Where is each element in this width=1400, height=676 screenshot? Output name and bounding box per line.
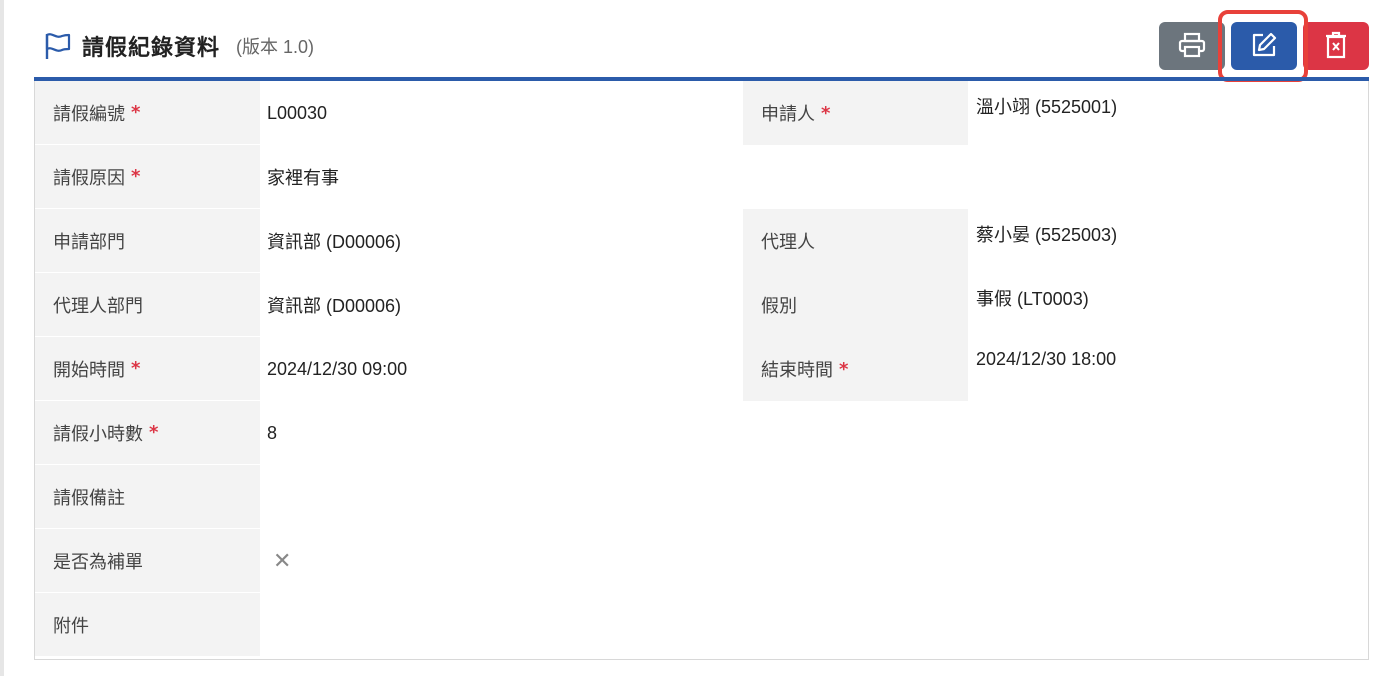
printer-icon: [1178, 32, 1206, 61]
field-label-attachment: 附件: [35, 593, 260, 657]
label-text: 請假小時數: [53, 423, 143, 445]
print-button[interactable]: [1159, 22, 1225, 70]
label-text: 假別: [761, 296, 797, 317]
form-row: 請假編號 * L00030 申請人 * 溫小翊 (5525001): [35, 81, 1368, 145]
field-value-applicant: 溫小翊 (5525001): [976, 97, 1118, 117]
field-value-is-supplement: ✕: [267, 529, 291, 593]
form-row: 請假小時數 * 8: [35, 401, 1368, 465]
required-mark: *: [149, 422, 159, 443]
field-label-start-time: 開始時間 *: [35, 337, 260, 401]
cross-icon: ✕: [273, 548, 292, 574]
label-text: 請假原因: [53, 167, 125, 189]
label-text: 開始時間: [53, 359, 125, 381]
form-row: 申請部門 資訊部 (D00006) 代理人 蔡小晏 (5525003): [35, 209, 1368, 273]
required-mark: *: [131, 358, 141, 379]
field-label-dept: 申請部門: [35, 209, 260, 273]
field-label-leave-type: 假別: [743, 273, 968, 337]
field-value-leave-type: 事假 (LT0003): [976, 289, 1089, 309]
trash-icon: [1323, 31, 1349, 62]
required-mark: *: [131, 166, 141, 187]
field-label-reason: 請假原因 *: [35, 145, 260, 209]
form-row: 附件: [35, 593, 1368, 657]
field-value-leave-no: L00030: [267, 102, 328, 123]
page-header: 請假紀錄資料 (版本 1.0): [34, 0, 1369, 80]
left-edge: [0, 0, 4, 676]
form-row: 請假原因 * 家裡有事: [35, 145, 1368, 209]
field-value-hours: 8: [267, 422, 278, 443]
field-label-hours: 請假小時數 *: [35, 401, 260, 465]
title-wrap: 請假紀錄資料 (版本 1.0): [42, 30, 314, 62]
required-mark: *: [821, 102, 831, 124]
label-text: 申請部門: [53, 231, 125, 253]
version-label: (版本 1.0): [236, 37, 315, 57]
label-text: 是否為補單: [53, 551, 143, 573]
field-label-note: 請假備註: [35, 465, 260, 529]
label-text: 代理人部門: [53, 295, 143, 317]
required-mark: *: [839, 358, 849, 380]
form-row: 代理人部門 資訊部 (D00006) 假別 事假 (LT0003): [35, 273, 1368, 337]
toolbar: [1153, 22, 1369, 70]
label-text: 申請人: [761, 104, 815, 125]
required-mark: *: [131, 102, 141, 123]
field-label-agent-dept: 代理人部門: [35, 273, 260, 337]
field-label-applicant: 申請人 *: [743, 81, 968, 145]
form-row: 請假備註: [35, 465, 1368, 529]
flag-icon: [42, 31, 72, 61]
label-text: 代理人: [761, 232, 815, 253]
label-text: 請假編號: [53, 103, 125, 125]
field-value-start-time: 2024/12/30 09:00: [267, 358, 408, 379]
form-row: 開始時間 * 2024/12/30 09:00 結束時間 * 2024/12/30 …: [35, 337, 1368, 401]
field-value-agent: 蔡小晏 (5525003): [976, 225, 1118, 245]
label-text: 附件: [53, 615, 89, 637]
field-label-agent: 代理人: [743, 209, 968, 273]
form-row: 是否為補單 ✕: [35, 529, 1368, 593]
leave-record-form: 請假編號 * L00030 申請人 * 溫小翊 (5525001) 請假原因 * 家裡…: [34, 81, 1369, 660]
field-value-end-time: 2024/12/30 18:00: [976, 349, 1117, 369]
field-value-reason: 家裡有事: [267, 168, 339, 189]
page-title: 請假紀錄資料: [82, 36, 221, 61]
edit-icon: [1250, 31, 1278, 62]
field-label-leave-no: 請假編號 *: [35, 81, 260, 145]
edit-button[interactable]: [1231, 22, 1297, 70]
field-value-dept: 資訊部 (D00006): [267, 232, 402, 252]
label-text: 請假備註: [53, 487, 125, 509]
field-label-is-supplement: 是否為補單: [35, 529, 260, 593]
label-text: 結束時間: [761, 360, 833, 381]
field-label-end-time: 結束時間 *: [743, 337, 968, 401]
field-value-agent-dept: 資訊部 (D00006): [267, 296, 402, 316]
delete-button[interactable]: [1303, 22, 1369, 70]
